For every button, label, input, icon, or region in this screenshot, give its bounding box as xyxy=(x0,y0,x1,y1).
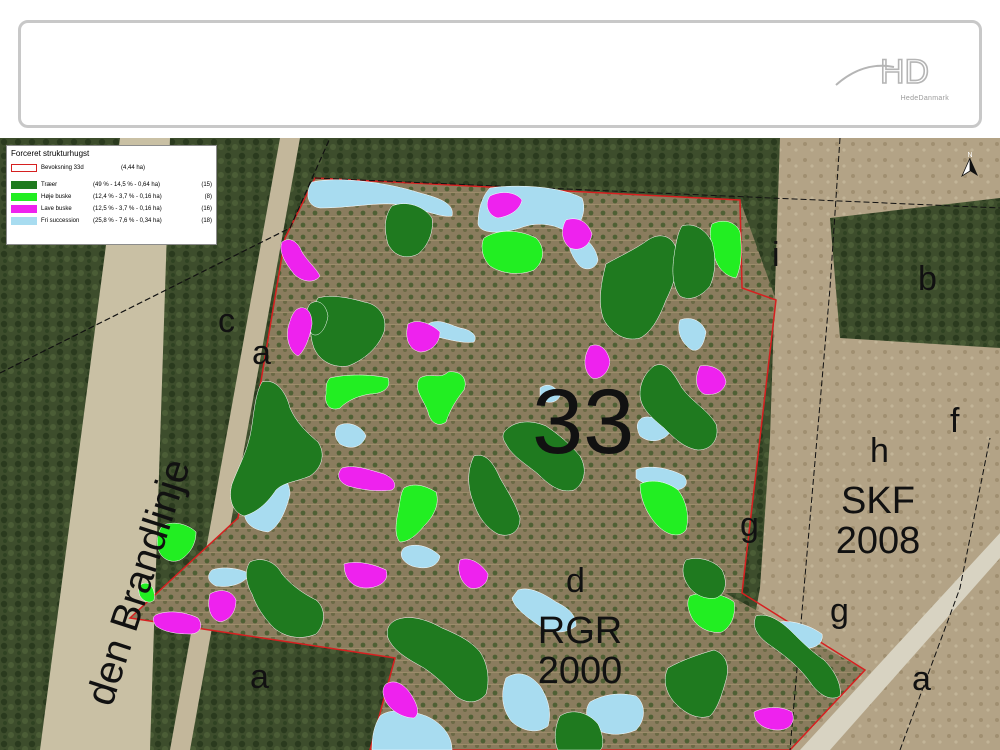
legend-swatch-low-shrubs xyxy=(11,204,37,213)
legend-label: Træer xyxy=(41,181,58,188)
label-g-low: g xyxy=(830,592,849,630)
legend-detail: (12,4 % - 3,7 % - 0,16 ha) xyxy=(93,193,162,200)
legend-detail: (12,5 % - 3,7 % - 0,16 ha) xyxy=(93,205,162,212)
skf-label: SKF xyxy=(841,480,915,522)
label-c: c xyxy=(218,302,235,340)
legend-label: Bevoksning 33d xyxy=(41,164,84,171)
rgr-label: RGR xyxy=(537,610,623,652)
label-f: f xyxy=(950,402,960,440)
legend-row-boundary: Bevoksning 33d (4,44 ha) xyxy=(11,162,212,173)
legend-row-low-shrubs: Lave buske (12,5 % - 3,7 % - 0,16 ha) (1… xyxy=(11,203,212,214)
legend-label: Lave buske xyxy=(41,205,72,212)
forest-block-b xyxy=(830,198,1000,348)
legend-count: (16) xyxy=(201,205,212,212)
label-g-mid: g xyxy=(740,506,759,544)
legend-count: (8) xyxy=(204,193,212,200)
legend-detail: (49 % - 14,5 % - 0,64 ha) xyxy=(93,181,161,188)
hd-logo-icon: HD xyxy=(835,52,930,92)
skf-year: 2008 xyxy=(835,519,921,562)
legend-row-trees: Træer (49 % - 14,5 % - 0,64 ha) (15) xyxy=(11,179,212,190)
rgr-year: 2000 xyxy=(537,649,623,692)
title-bar: HD HedeDanmark xyxy=(18,20,982,128)
legend-swatch-free-succession xyxy=(11,216,37,225)
stand-code-skf: SKF 2008 xyxy=(826,480,930,562)
hededanmark-logo: HD HedeDanmark xyxy=(834,49,949,109)
map-legend: Forceret strukturhugst Bevoksning 33d (4… xyxy=(6,145,217,245)
legend-label: Høje buske xyxy=(41,193,72,200)
label-d: d xyxy=(566,562,585,600)
legend-swatch-boundary xyxy=(11,163,37,172)
stand-number-label: 33 xyxy=(532,371,635,473)
north-arrow-icon: N xyxy=(960,150,980,178)
label-b: b xyxy=(918,260,937,298)
svg-text:HD: HD xyxy=(880,53,929,91)
legend-row-high-shrubs: Høje buske (12,4 % - 3,7 % - 0,16 ha) (8… xyxy=(11,191,212,202)
label-a-right: a xyxy=(912,660,931,698)
stand-code-rgr: RGR 2000 xyxy=(526,610,634,692)
legend-count: (15) xyxy=(201,181,212,188)
label-a-bottom: a xyxy=(250,658,269,696)
label-i: i xyxy=(772,236,780,274)
legend-swatch-high-shrubs xyxy=(11,192,37,201)
legend-label: Fri succession xyxy=(41,217,80,224)
legend-detail: (4,44 ha) xyxy=(121,164,146,171)
logo-subtext: HedeDanmark xyxy=(900,95,949,102)
legend-detail: (25,8 % - 7,6 % - 0,34 ha) xyxy=(93,217,162,224)
label-h: h xyxy=(870,432,889,470)
legend-title: Forceret strukturhugst xyxy=(11,149,90,158)
legend-count: (18) xyxy=(201,217,212,224)
legend-swatch-trees xyxy=(11,180,37,189)
label-a-top: a xyxy=(252,334,271,372)
legend-row-free-succession: Fri succession (25,8 % - 7,6 % - 0,34 ha… xyxy=(11,215,212,226)
